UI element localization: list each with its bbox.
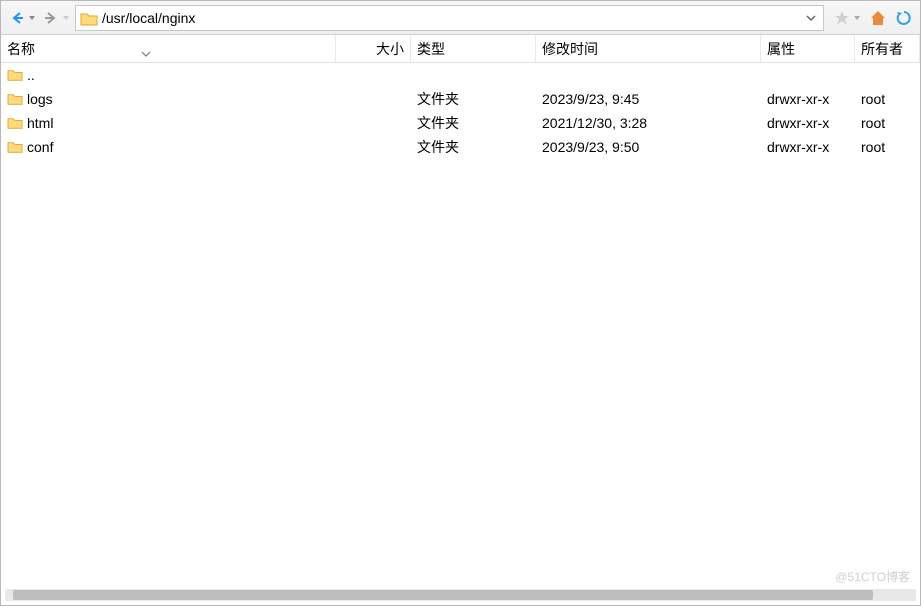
cell-attrs: drwxr-xr-x [761, 139, 855, 155]
column-header-label: 类型 [417, 39, 445, 59]
folder-icon [7, 140, 23, 154]
scrollbar-thumb[interactable] [13, 590, 873, 600]
file-name: logs [27, 91, 53, 107]
cell-name: logs [1, 91, 336, 107]
column-header-size[interactable]: 大小 [336, 35, 411, 62]
folder-icon [7, 68, 23, 82]
folder-icon [80, 11, 96, 25]
column-header-owner[interactable]: 所有者 [855, 35, 920, 62]
cell-type: 文件夹 [411, 113, 536, 133]
file-list: ..logs文件夹2023/9/23, 9:45drwxr-xr-xrootht… [1, 63, 920, 159]
horizontal-scrollbar[interactable] [5, 589, 916, 601]
cell-name: conf [1, 139, 336, 155]
cell-name: html [1, 115, 336, 131]
back-dropdown-icon [27, 14, 37, 22]
cell-modified: 2023/9/23, 9:45 [536, 91, 761, 107]
cell-name: .. [1, 67, 336, 83]
cell-modified: 2023/9/23, 9:50 [536, 139, 761, 155]
forward-icon [41, 8, 61, 28]
sort-indicator-icon [141, 45, 151, 61]
path-box[interactable] [75, 5, 824, 31]
bookmark-button[interactable] [832, 8, 862, 28]
column-header-label: 所有者 [861, 39, 903, 59]
refresh-icon[interactable] [894, 8, 914, 28]
column-header-label: 修改时间 [542, 39, 598, 59]
cell-owner: root [855, 139, 920, 155]
column-header-label: 名称 [7, 39, 35, 59]
table-row[interactable]: .. [1, 63, 920, 87]
back-button-group[interactable] [7, 8, 37, 28]
forward-button-group[interactable] [41, 8, 71, 28]
column-header-label: 属性 [767, 39, 795, 59]
star-icon [832, 8, 852, 28]
toolbar [1, 1, 920, 35]
cell-type: 文件夹 [411, 137, 536, 157]
watermark: @51CTO博客 [835, 568, 910, 585]
table-row[interactable]: logs 文件夹2023/9/23, 9:45drwxr-xr-xroot [1, 87, 920, 111]
cell-owner: root [855, 91, 920, 107]
home-icon[interactable] [868, 8, 888, 28]
star-dropdown-icon [852, 14, 862, 22]
file-name: .. [27, 67, 35, 83]
file-name: html [27, 115, 53, 131]
cell-owner: root [855, 115, 920, 131]
table-row[interactable]: conf 文件夹2023/9/23, 9:50drwxr-xr-xroot [1, 135, 920, 159]
column-header-name[interactable]: 名称 [1, 35, 336, 62]
column-headers: 名称 大小 类型 修改时间 属性 所有者 [1, 35, 920, 63]
path-input[interactable] [102, 10, 797, 26]
column-header-attrs[interactable]: 属性 [761, 35, 855, 62]
folder-icon [7, 92, 23, 106]
folder-icon [7, 116, 23, 130]
path-dropdown-icon[interactable] [803, 13, 819, 23]
column-header-label: 大小 [376, 39, 404, 59]
back-icon [7, 8, 27, 28]
column-header-type[interactable]: 类型 [411, 35, 536, 62]
file-name: conf [27, 139, 53, 155]
cell-modified: 2021/12/30, 3:28 [536, 115, 761, 131]
column-header-modified[interactable]: 修改时间 [536, 35, 761, 62]
cell-attrs: drwxr-xr-x [761, 91, 855, 107]
cell-attrs: drwxr-xr-x [761, 115, 855, 131]
toolbar-right [828, 8, 914, 28]
forward-dropdown-icon [61, 14, 71, 22]
table-row[interactable]: html 文件夹2021/12/30, 3:28drwxr-xr-xroot [1, 111, 920, 135]
cell-type: 文件夹 [411, 89, 536, 109]
